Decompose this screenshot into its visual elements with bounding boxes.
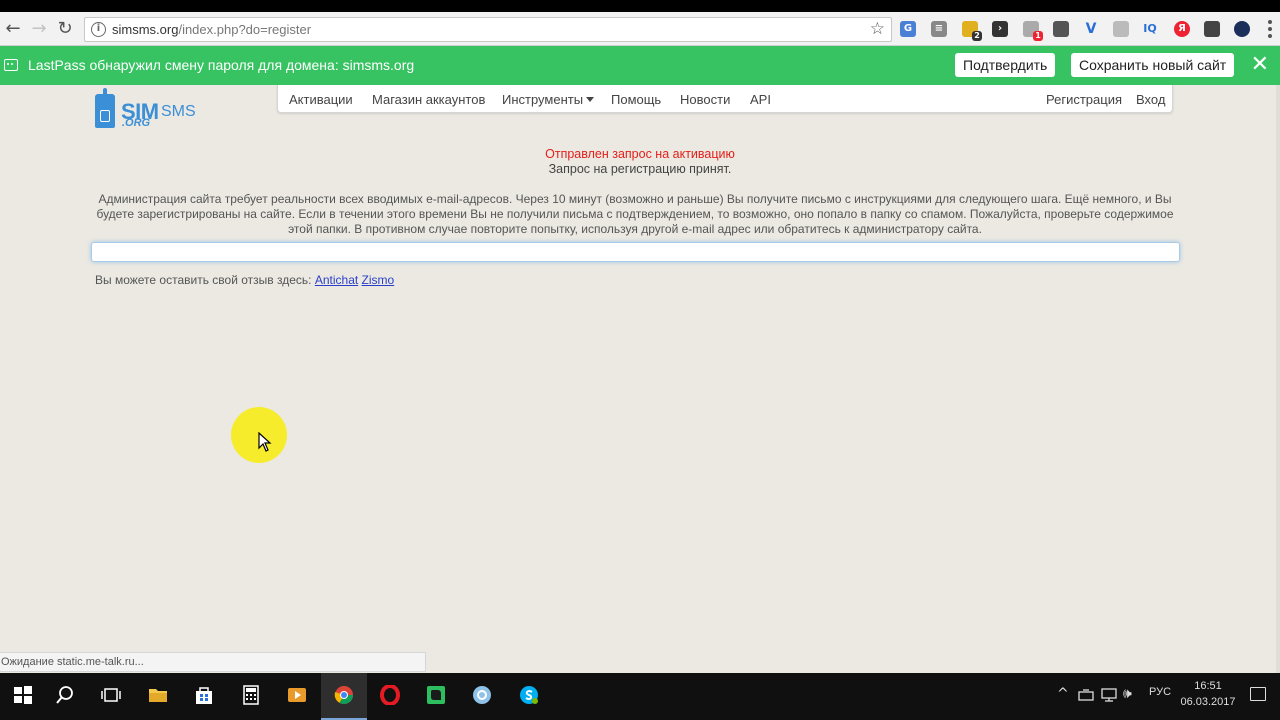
- reload-icon[interactable]: ↻: [54, 18, 76, 40]
- store-bag-icon: [196, 687, 212, 704]
- volume-icon[interactable]: 🕪: [1123, 686, 1132, 702]
- search-icon: [56, 686, 73, 704]
- opera-button[interactable]: [367, 673, 413, 720]
- file-explorer-button[interactable]: [135, 673, 181, 720]
- monitor-icon[interactable]: [1101, 688, 1117, 702]
- main-navigation: Активации Магазин аккаунтов Инструменты …: [277, 85, 1173, 113]
- notes-extension-icon[interactable]: ≡: [931, 21, 947, 37]
- circle-extension-icon[interactable]: [1234, 21, 1250, 37]
- bookmark-star-icon[interactable]: ☆: [870, 19, 885, 39]
- feedback-line: Вы можете оставить свой отзыв здесь: Ant…: [95, 273, 394, 287]
- status-bubble: Ожидание static.me-talk.ru...: [0, 652, 426, 672]
- notification-center-icon[interactable]: [1250, 687, 1266, 701]
- forward-arrow-icon[interactable]: →: [28, 18, 50, 40]
- mouse-cursor-icon: [258, 432, 272, 452]
- location-extension-icon[interactable]: [1204, 21, 1220, 37]
- confirm-button[interactable]: Подтвердить: [955, 53, 1056, 77]
- shop-extension-icon[interactable]: [1053, 21, 1069, 37]
- yandex-extension-icon[interactable]: Я: [1174, 21, 1190, 37]
- chrome-icon: [334, 686, 353, 705]
- site-info-icon[interactable]: i: [91, 22, 106, 37]
- app-button[interactable]: [459, 673, 505, 720]
- scrollbar[interactable]: [1276, 85, 1280, 673]
- task-view-button[interactable]: [88, 673, 134, 720]
- chrome-taskbar-button[interactable]: [321, 673, 367, 720]
- clock-date: 06.03.2017: [1180, 696, 1236, 708]
- tray-chevron-up-icon[interactable]: ^: [1057, 686, 1069, 702]
- antichat-link[interactable]: Antichat: [315, 273, 358, 287]
- logo-text-sms: SMS: [161, 103, 196, 120]
- puzzle-extension-icon[interactable]: [1113, 21, 1129, 37]
- feedback-prefix: Вы можете оставить свой отзыв здесь:: [95, 273, 312, 287]
- extension-badge: 1: [1033, 31, 1043, 41]
- folder-icon: [149, 689, 167, 702]
- url-text[interactable]: simsms.org/index.php?do=register: [112, 22, 311, 37]
- clock-time: 16:51: [1194, 680, 1222, 692]
- highlighted-field: [91, 242, 1180, 262]
- media-player-button[interactable]: [274, 673, 320, 720]
- opera-icon: [380, 685, 400, 705]
- lastpass-notification-bar: LastPass обнаружил смену пароля для доме…: [0, 46, 1280, 85]
- calculator-button[interactable]: [228, 673, 274, 720]
- calculator-icon: [243, 685, 259, 705]
- zismo-link[interactable]: Zismo: [362, 273, 395, 287]
- chrome-menu-icon[interactable]: [1268, 20, 1272, 38]
- start-button[interactable]: [0, 673, 46, 720]
- save-new-site-button[interactable]: Сохранить новый сайт: [1071, 53, 1235, 77]
- nav-item-account-store[interactable]: Магазин аккаунтов: [372, 92, 485, 107]
- network-icon[interactable]: [1078, 688, 1094, 702]
- nav-item-activations[interactable]: Активации: [289, 92, 353, 107]
- nav-item-api[interactable]: API: [750, 92, 771, 107]
- task-view-icon: [101, 688, 121, 702]
- media-player-icon: [288, 688, 306, 702]
- address-bar[interactable]: i simsms.org/index.php?do=register ☆: [84, 17, 892, 42]
- caret-down-icon: [586, 97, 595, 102]
- lastpass-message: LastPass обнаружил смену пароля для доме…: [28, 57, 415, 73]
- activation-sent-message: Отправлен запрос на активацию: [545, 147, 735, 161]
- lastpass-icon: [4, 59, 18, 71]
- gear-app-icon: [473, 686, 491, 704]
- page-content: SIM SMS .ORG Активации Магазин аккаунтов…: [0, 85, 1280, 673]
- language-indicator[interactable]: РУС: [1149, 686, 1171, 698]
- instructions-paragraph: Администрация сайта требует реальности в…: [96, 192, 1174, 236]
- v-extension-icon[interactable]: V: [1083, 21, 1099, 37]
- translate-extension-icon[interactable]: G: [900, 21, 916, 37]
- skype-button[interactable]: [506, 673, 552, 720]
- site-logo[interactable]: SIM SMS .ORG: [95, 85, 205, 131]
- evernote-icon: [427, 686, 445, 704]
- back-arrow-icon[interactable]: ←: [2, 18, 24, 40]
- nav-item-news[interactable]: Новости: [680, 92, 730, 107]
- nav-item-login[interactable]: Вход: [1136, 92, 1165, 107]
- evernote-button[interactable]: [413, 673, 459, 720]
- extension-badge: 2: [972, 31, 982, 41]
- top-black-bar: [0, 0, 1280, 12]
- sim-card-icon: [95, 88, 115, 128]
- nav-item-register[interactable]: Регистрация: [1046, 92, 1122, 107]
- skype-icon: [520, 686, 538, 704]
- windows-logo-icon: [14, 686, 32, 704]
- browser-toolbar: ← → ↻ i simsms.org/index.php?do=register…: [0, 12, 1280, 46]
- nav-item-tools[interactable]: Инструменты: [502, 92, 595, 107]
- iq-extension-icon[interactable]: IQ: [1142, 21, 1158, 37]
- nav-item-help[interactable]: Помощь: [611, 92, 661, 107]
- close-icon[interactable]: ✕: [1251, 52, 1269, 78]
- logo-text-org: .ORG: [122, 117, 151, 129]
- system-clock[interactable]: 16:51 06.03.2017: [1180, 678, 1236, 710]
- registration-accepted-message: Запрос на регистрацию принят.: [548, 162, 732, 176]
- terminal-extension-icon[interactable]: ›: [992, 21, 1008, 37]
- store-button[interactable]: [181, 673, 227, 720]
- search-button[interactable]: [42, 673, 88, 720]
- windows-taskbar: ^ 🕪 РУС 16:51 06.03.2017: [0, 673, 1280, 720]
